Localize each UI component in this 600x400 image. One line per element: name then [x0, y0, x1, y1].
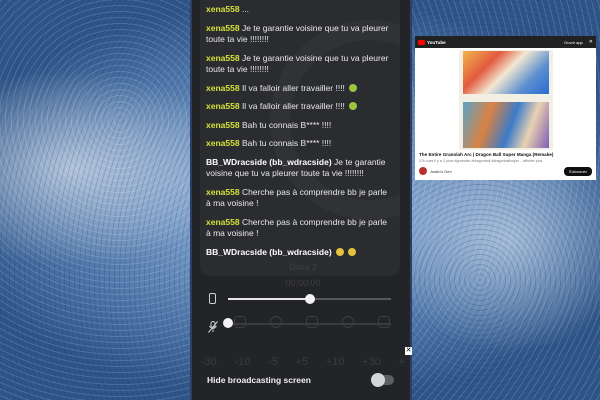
mic-slider[interactable] [228, 323, 391, 325]
seek-fwd-5: +5 [295, 356, 309, 368]
chat-message: xena558 Cherche pas à comprendre bb je p… [206, 217, 394, 240]
manga-panel-image [462, 102, 549, 148]
chat-message: xena558 Bah tu connais B**** !!!! [206, 120, 394, 132]
chat-message: BB_WDracside (bb_wdracside) Je te garant… [206, 157, 394, 180]
chat-message: xena558 Il va falloir aller travailler !… [206, 83, 394, 95]
chat-message: xena558 Il va falloir aller travailler !… [206, 101, 394, 113]
hide-broadcast-row: Hide broadcasting screen [192, 370, 410, 392]
channel-avatar[interactable] [419, 167, 427, 175]
seek-fwd-10: +10 [325, 356, 345, 368]
chat-message: BB_WDracside (bb_wdracside) [206, 247, 394, 259]
volume-slider-fill [228, 298, 310, 300]
close-icon[interactable]: ✕ [589, 39, 593, 45]
video-thumbnail[interactable] [458, 50, 553, 150]
chat-username: xena558 [206, 119, 240, 130]
laughing-emoji-icon [336, 247, 345, 256]
chat-text: Bah tu connais B**** !!!! [241, 138, 332, 148]
chat-username: xena558 [206, 186, 240, 197]
nauseated-emoji-icon [349, 83, 358, 92]
ghost-title: Diwa 2 [289, 262, 317, 272]
close-icon[interactable]: ✕ [405, 347, 412, 355]
faint-icon [342, 316, 354, 328]
seek-back-10: -10 [234, 356, 251, 368]
chat-username: xena558 [206, 4, 240, 14]
broadcast-overlay-panel: xena558 ... xena558 Je te garantie voisi… [190, 0, 412, 400]
channel-name[interactable]: Justin's Den [430, 169, 452, 174]
chat-text: ... [241, 4, 250, 14]
chat-text: Bah tu connais B**** !!!! [241, 119, 332, 130]
hide-broadcast-label: Hide broadcasting screen [207, 375, 311, 385]
faint-icon [270, 316, 282, 328]
chat-message: xena558 ... [206, 4, 394, 16]
faint-icon [378, 316, 390, 328]
mic-slider-thumb[interactable] [223, 318, 233, 328]
seek-back-30: -30 [200, 356, 217, 368]
toggle-knob [371, 373, 385, 387]
chat-username: xena558 [206, 101, 240, 111]
faint-icon [306, 316, 318, 328]
hide-broadcast-toggle[interactable] [371, 373, 394, 387]
phone-icon [209, 293, 216, 304]
channel-row: Justin's Den S'abonner [415, 164, 596, 178]
seek-fwd-30: +30 [362, 356, 381, 368]
subscribe-button[interactable]: S'abonner [563, 167, 592, 176]
chat-text: Il va falloir aller travailler !!!! [241, 101, 345, 111]
nauseated-emoji-icon [349, 102, 358, 110]
faint-icon [234, 316, 246, 328]
open-app-link[interactable]: Ouvrir app [564, 40, 583, 45]
volume-slider-thumb[interactable] [304, 294, 315, 304]
youtube-top-bar: YouTube Ouvrir app ✕ [415, 36, 596, 48]
youtube-logo-icon [418, 39, 425, 45]
chat-username: xena558 [206, 52, 240, 63]
chat-username: xena558 [206, 82, 240, 93]
chat-message: xena558 Bah tu connais B**** !!!! [206, 138, 394, 150]
mic-muted-icon[interactable] [208, 321, 218, 333]
chat-message: xena558 Je te garantie voisine que tu va… [206, 23, 394, 46]
chat-username: BB_WDracside (bb_wdracside) [206, 156, 332, 167]
chat-message: xena558 Cherche pas à comprendre bb je p… [206, 187, 394, 210]
video-title[interactable]: The Entire Granolah Arc | Dragon Ball Su… [415, 150, 596, 158]
seek-back-5: -5 [268, 356, 278, 368]
youtube-mini-window[interactable]: YouTube Ouvrir app ✕ The Entire Granolah… [415, 36, 596, 180]
chat-username: xena558 [206, 216, 240, 227]
chat-username: xena558 [206, 22, 240, 33]
seek-more: + [398, 356, 406, 368]
chat-text: Il va falloir aller travailler !!!! [241, 82, 345, 93]
laughing-emoji-icon [348, 247, 357, 256]
chat-message: xena558 Je te garantie voisine que tu va… [206, 53, 394, 76]
ghost-timer: 00:00:00 [285, 278, 321, 288]
chat-card: xena558 ... xena558 Je te garantie voisi… [200, 0, 400, 276]
chat-username: BB_WDracside (bb_wdracside) [206, 246, 332, 257]
volume-slider[interactable] [228, 294, 391, 304]
manga-panel-image [462, 51, 549, 94]
seek-controls: -30 -10 -5 +5 +10 +30 + [192, 356, 410, 370]
chat-username: xena558 [206, 138, 240, 148]
youtube-brand: YouTube [427, 39, 446, 45]
